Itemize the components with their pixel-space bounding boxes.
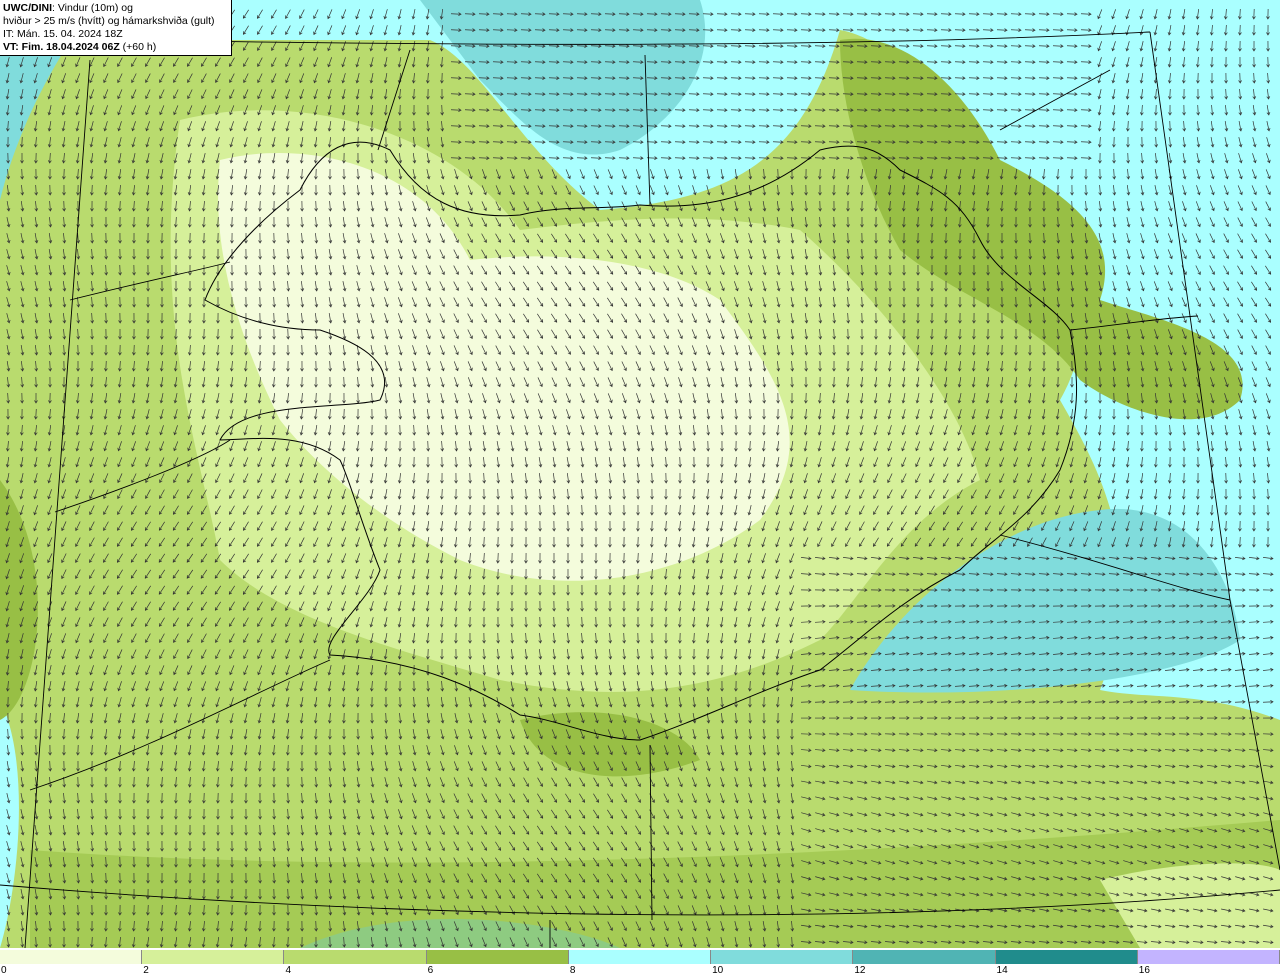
wind-map [0,0,1280,948]
